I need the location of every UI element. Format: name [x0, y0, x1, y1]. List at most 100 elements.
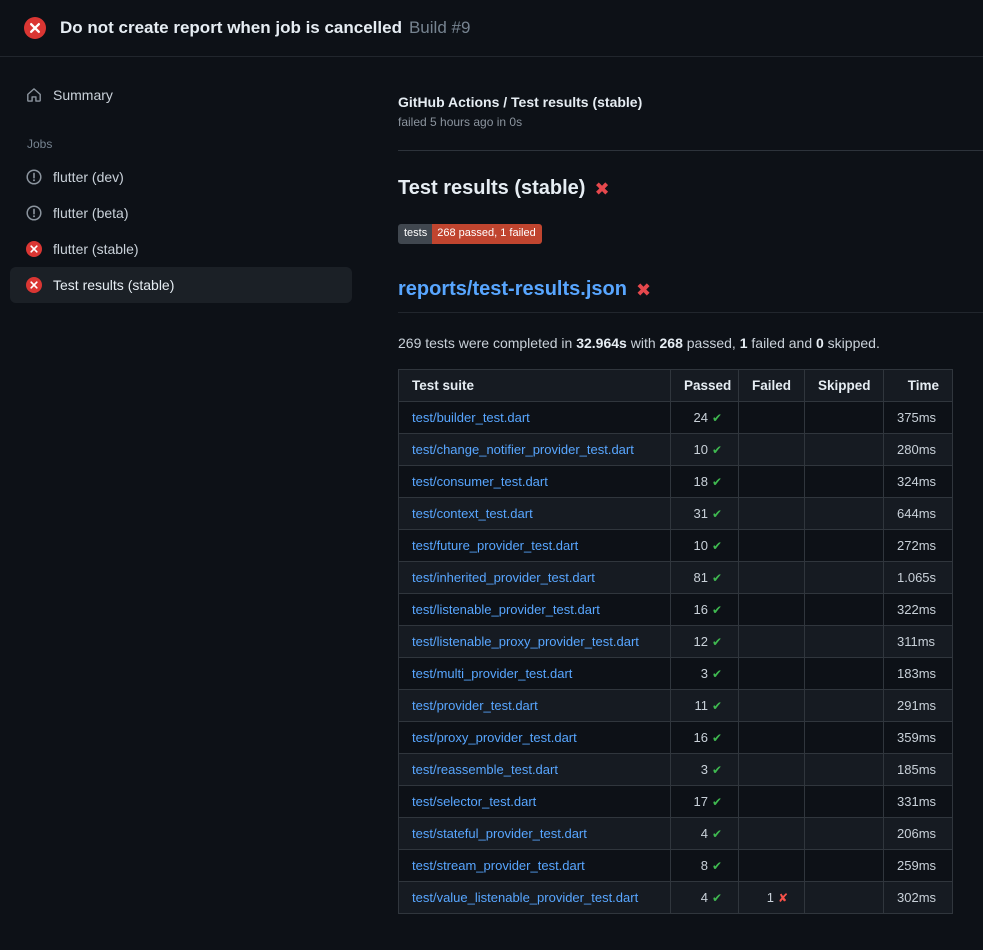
time-cell: 644ms [884, 498, 953, 530]
count-cell: 81 ✔ [671, 562, 739, 594]
report-link[interactable]: reports/test-results.json [398, 278, 627, 301]
test-suite-link[interactable]: test/consumer_test.dart [412, 474, 548, 489]
count-cell [805, 626, 884, 658]
test-suite-link[interactable]: test/change_notifier_provider_test.dart [412, 442, 634, 457]
pass-check-icon: ✔ [712, 891, 722, 905]
col-header-passed: Passed [671, 370, 739, 402]
pass-check-icon: ✔ [712, 635, 722, 649]
time-cell: 259ms [884, 850, 953, 882]
sidebar-item-label: flutter (stable) [53, 241, 139, 257]
pass-check-icon: ✔ [712, 795, 722, 809]
test-suite-link[interactable]: test/proxy_provider_test.dart [412, 730, 577, 745]
count-cell [739, 562, 805, 594]
home-icon [26, 87, 42, 103]
count-cell [739, 690, 805, 722]
failed-x-icon: ✖ [594, 180, 609, 198]
test-suite-link[interactable]: test/selector_test.dart [412, 794, 536, 809]
sidebar-item-label: flutter (beta) [53, 205, 128, 221]
x-circle-icon [26, 277, 42, 293]
sidebar-item-flutter-beta[interactable]: flutter (beta) [10, 195, 352, 231]
alert-circle-icon [26, 205, 42, 221]
test-suite-link[interactable]: test/value_listenable_provider_test.dart [412, 890, 638, 905]
suite-cell: test/selector_test.dart [399, 786, 671, 818]
breadcrumb: GitHub Actions / Test results (stable) [398, 94, 983, 110]
test-suite-link[interactable]: test/provider_test.dart [412, 698, 538, 713]
sidebar-item-test-results-stable[interactable]: Test results (stable) [10, 267, 352, 303]
table-row: test/reassemble_test.dart3✔185ms [399, 754, 953, 786]
count-value: 3 [701, 762, 708, 777]
alert-circle-icon [26, 169, 42, 185]
count-cell [805, 658, 884, 690]
count-cell [805, 434, 884, 466]
sidebar-item-label: flutter (dev) [53, 169, 124, 185]
count-cell [739, 850, 805, 882]
summary-failed-count: 1 [740, 335, 748, 351]
pass-check-icon: ✔ [712, 475, 722, 489]
sidebar-item-summary[interactable]: Summary [10, 77, 352, 113]
test-suite-link[interactable]: test/reassemble_test.dart [412, 762, 558, 777]
failed-status-icon [24, 17, 46, 39]
table-row: test/listenable_provider_test.dart16✔322… [399, 594, 953, 626]
table-row: test/stream_provider_test.dart8✔259ms [399, 850, 953, 882]
count-value: 1 [767, 890, 774, 905]
count-value: 4 [701, 890, 708, 905]
col-header-test-suite: Test suite [399, 370, 671, 402]
col-header-failed: Failed [739, 370, 805, 402]
count-cell [805, 530, 884, 562]
time-cell: 291ms [884, 690, 953, 722]
test-suite-link[interactable]: test/stateful_provider_test.dart [412, 826, 587, 841]
count-value: 3 [701, 666, 708, 681]
test-suite-link[interactable]: test/multi_provider_test.dart [412, 666, 572, 681]
time-cell: 311ms [884, 626, 953, 658]
suite-cell: test/multi_provider_test.dart [399, 658, 671, 690]
test-suite-link[interactable]: test/context_test.dart [412, 506, 533, 521]
time-cell: 206ms [884, 818, 953, 850]
count-cell: 12 ✔ [671, 626, 739, 658]
time-cell: 331ms [884, 786, 953, 818]
suite-cell: test/future_provider_test.dart [399, 530, 671, 562]
sidebar-item-flutter-stable[interactable]: flutter (stable) [10, 231, 352, 267]
pass-check-icon: ✔ [712, 667, 722, 681]
pass-check-icon: ✔ [712, 571, 722, 585]
table-row: test/inherited_provider_test.dart81✔1.06… [399, 562, 953, 594]
suite-cell: test/consumer_test.dart [399, 466, 671, 498]
suite-cell: test/listenable_provider_test.dart [399, 594, 671, 626]
sidebar-item-flutter-dev[interactable]: flutter (dev) [10, 159, 352, 195]
count-cell [739, 786, 805, 818]
test-suite-link[interactable]: test/listenable_provider_test.dart [412, 602, 600, 617]
x-circle-icon [26, 241, 42, 257]
suite-cell: test/reassemble_test.dart [399, 754, 671, 786]
pass-check-icon: ✔ [712, 603, 722, 617]
suite-cell: test/listenable_proxy_provider_test.dart [399, 626, 671, 658]
time-cell: 359ms [884, 722, 953, 754]
pass-check-icon: ✔ [712, 411, 722, 425]
count-cell [805, 850, 884, 882]
time-cell: 183ms [884, 658, 953, 690]
time-cell: 322ms [884, 594, 953, 626]
test-suite-link[interactable]: test/stream_provider_test.dart [412, 858, 585, 873]
table-row: test/provider_test.dart11✔291ms [399, 690, 953, 722]
count-cell [739, 594, 805, 626]
table-row: test/future_provider_test.dart10✔272ms [399, 530, 953, 562]
count-cell: 3✔ [671, 658, 739, 690]
test-suite-link[interactable]: test/future_provider_test.dart [412, 538, 578, 553]
count-value: 12 [693, 634, 707, 649]
count-value: 81 [693, 570, 707, 585]
count-cell [739, 818, 805, 850]
count-cell: 10✔ [671, 434, 739, 466]
sidebar-item-label: Summary [53, 87, 113, 103]
page-title: Do not create report when job is cancell… [60, 18, 402, 37]
suite-cell: test/proxy_provider_test.dart [399, 722, 671, 754]
summary-skipped-count: 0 [816, 335, 824, 351]
suite-cell: test/stateful_provider_test.dart [399, 818, 671, 850]
test-suite-link[interactable]: test/inherited_provider_test.dart [412, 570, 595, 585]
count-value: 10 [693, 538, 707, 553]
test-suite-link[interactable]: test/builder_test.dart [412, 410, 530, 425]
test-suite-link[interactable]: test/listenable_proxy_provider_test.dart [412, 634, 639, 649]
sidebar-item-label: Test results (stable) [53, 277, 174, 293]
count-cell [739, 434, 805, 466]
time-cell: 185ms [884, 754, 953, 786]
count-value: 4 [701, 826, 708, 841]
count-cell [805, 882, 884, 914]
count-cell [739, 402, 805, 434]
